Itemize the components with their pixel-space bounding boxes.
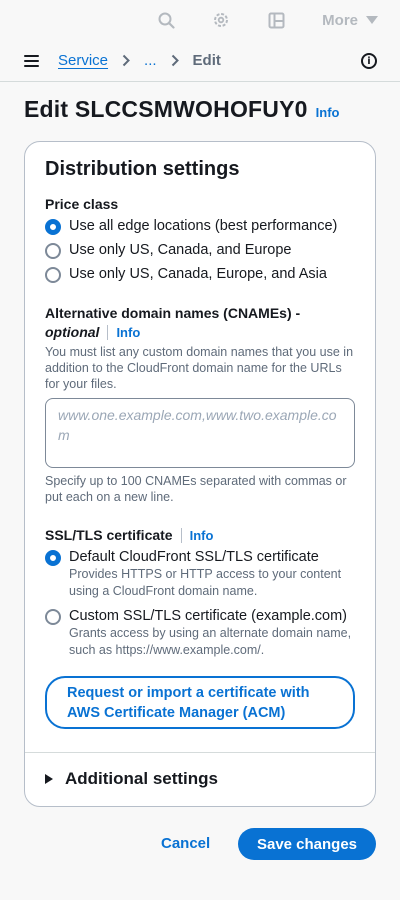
- price-class-option-all[interactable]: Use all edge locations (best performance…: [45, 218, 355, 235]
- option-description: Provides HTTPS or HTTP access to your co…: [69, 567, 342, 598]
- chevron-right-icon: [171, 54, 179, 67]
- option-label: Default CloudFront SSL/TLS certificate: [69, 549, 319, 565]
- acm-certificate-button[interactable]: Request or import a certificate with AWS…: [45, 676, 355, 729]
- radio-unchecked[interactable]: [45, 267, 61, 283]
- option-label: Use only US, Canada, and Europe: [69, 242, 292, 258]
- divider: [107, 324, 109, 340]
- cnames-hint: Specify up to 100 CNAMEs separated with …: [45, 474, 347, 504]
- breadcrumb-service-link[interactable]: Service: [58, 52, 108, 69]
- search-icon[interactable]: [157, 11, 175, 29]
- gear-icon[interactable]: [212, 11, 230, 29]
- ssl-info-link[interactable]: Info: [190, 528, 214, 543]
- cnames-info-link[interactable]: Info: [116, 325, 140, 340]
- option-label: Custom SSL/TLS certificate (example.com): [69, 608, 348, 624]
- divider: [180, 527, 182, 543]
- price-class-label: Price class: [45, 196, 119, 212]
- distribution-settings-card: Distribution settings Price class Use al…: [24, 141, 376, 807]
- breadcrumb-current: Edit: [192, 52, 221, 69]
- option-description: Grants access by using an alternate doma…: [69, 626, 352, 657]
- price-class-option-us-eu[interactable]: Use only US, Canada, and Europe: [45, 242, 355, 259]
- cnames-optional: optional: [45, 324, 100, 340]
- menu-icon[interactable]: [24, 54, 39, 67]
- ssl-option-default[interactable]: Default CloudFront SSL/TLS certificate P…: [45, 549, 355, 600]
- section-title: Distribution settings: [45, 158, 240, 180]
- breadcrumb-ellipsis[interactable]: ...: [144, 52, 157, 69]
- caret-right-icon: [45, 774, 53, 784]
- page-info-link[interactable]: Info: [316, 105, 340, 120]
- caret-down-icon: [366, 16, 378, 24]
- chevron-right-icon: [122, 54, 130, 67]
- radio-unchecked[interactable]: [45, 609, 61, 625]
- cnames-description: You must list any custom domain names th…: [45, 345, 354, 391]
- cancel-button[interactable]: Cancel: [161, 835, 210, 852]
- additional-settings-label: Additional settings: [65, 769, 218, 788]
- info-circle-icon[interactable]: i: [361, 53, 377, 69]
- more-menu[interactable]: More: [322, 12, 378, 29]
- page-header: Edit SLCCSMWOHOFUY0 Info: [24, 96, 339, 123]
- cnames-textarea[interactable]: www.one.example.com,www.two.example.com: [45, 398, 355, 468]
- radio-checked[interactable]: [45, 219, 61, 235]
- ssl-label: SSL/TLS certificate: [45, 527, 173, 543]
- breadcrumb: Service ... Edit i: [0, 40, 400, 82]
- ssl-option-custom[interactable]: Custom SSL/TLS certificate (example.com)…: [45, 608, 355, 659]
- top-utility-bar: More: [0, 0, 400, 40]
- additional-settings-toggle[interactable]: Additional settings: [45, 769, 218, 789]
- layout-icon[interactable]: [267, 11, 285, 29]
- divider: [25, 752, 375, 753]
- radio-checked[interactable]: [45, 550, 61, 566]
- page-title: Edit SLCCSMWOHOFUY0: [24, 96, 308, 122]
- save-changes-button[interactable]: Save changes: [238, 828, 376, 860]
- radio-unchecked[interactable]: [45, 243, 61, 259]
- more-label: More: [322, 11, 358, 29]
- option-label: Use only US, Canada, Europe, and Asia: [69, 266, 327, 282]
- option-label: Use all edge locations (best performance…: [69, 218, 338, 234]
- cnames-label: Alternative domain names (CNAMEs) -: [45, 305, 301, 321]
- price-class-option-us-eu-asia[interactable]: Use only US, Canada, Europe, and Asia: [45, 266, 355, 283]
